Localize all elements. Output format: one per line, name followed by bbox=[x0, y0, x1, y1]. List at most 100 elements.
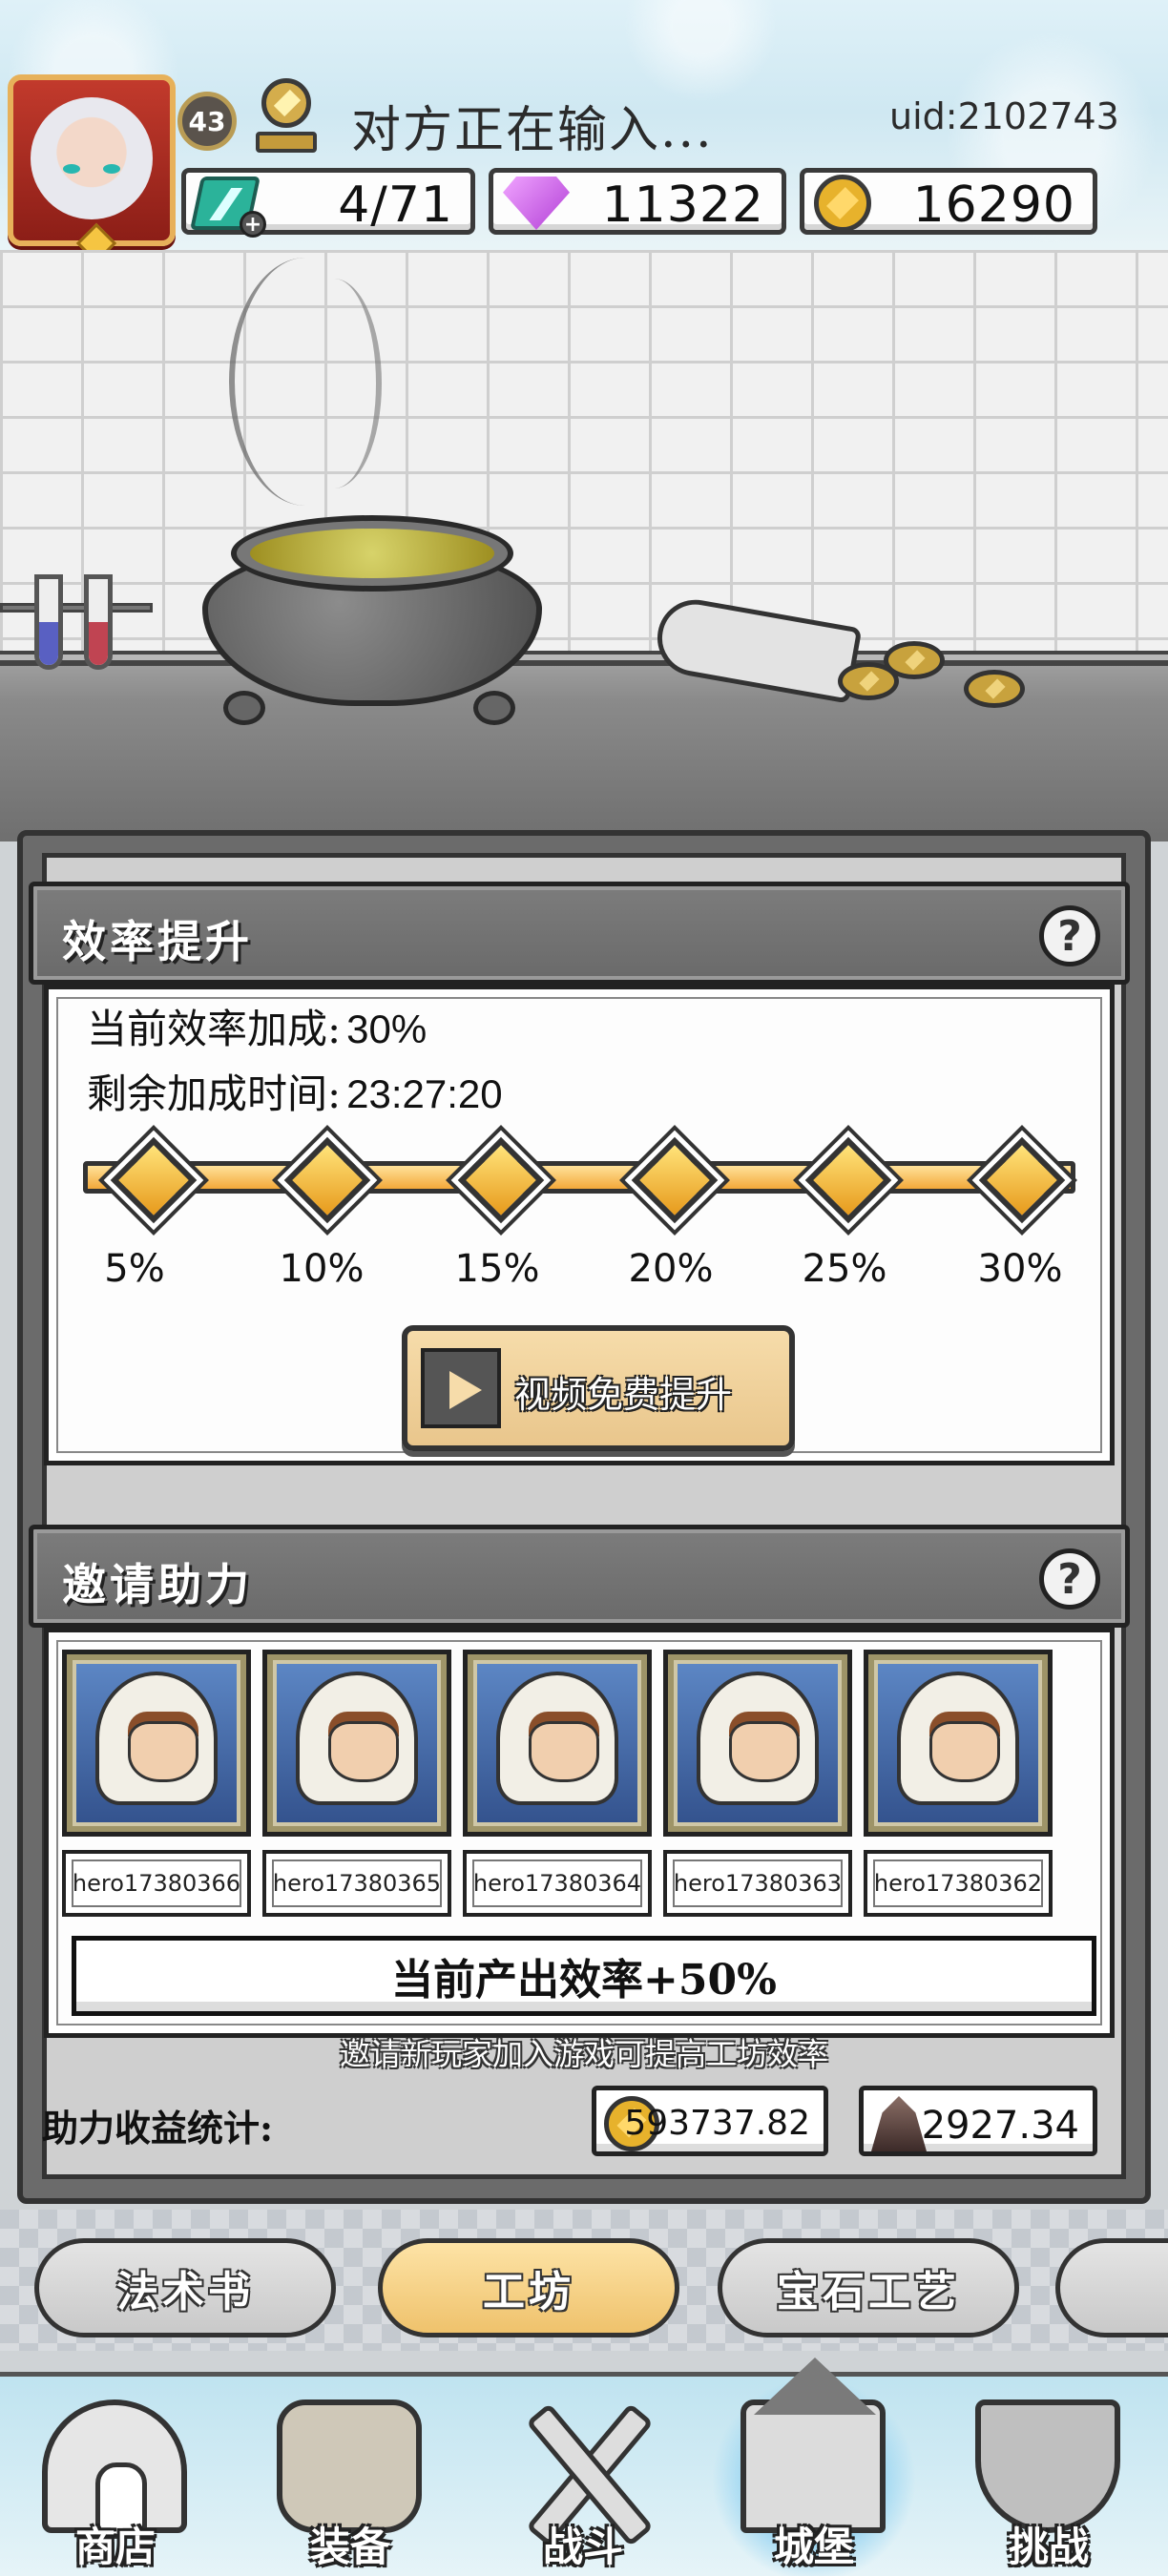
income-stats-label: 助力收益统计: bbox=[42, 2107, 274, 2150]
helper-portrait[interactable] bbox=[262, 1650, 451, 1837]
progress-node bbox=[978, 1136, 1066, 1224]
gold-value: 16290 bbox=[912, 177, 1075, 234]
step-label: 15% bbox=[454, 1247, 540, 1291]
rack-bar bbox=[0, 603, 153, 613]
coin-icon bbox=[884, 641, 945, 679]
face bbox=[929, 1721, 1000, 1782]
face bbox=[328, 1721, 399, 1782]
cauldron-leg bbox=[473, 691, 515, 725]
diamond-node-icon bbox=[804, 1136, 892, 1224]
nav-equipment[interactable]: 装备 bbox=[242, 2382, 458, 2576]
invite-note: 邀请新玩家加入游戏可提高工坊效率 bbox=[339, 2036, 828, 2072]
step-label: 30% bbox=[977, 1247, 1063, 1291]
helper-name: hero17380363 bbox=[663, 1850, 852, 1917]
diamond-node-icon bbox=[457, 1136, 545, 1224]
progress-node bbox=[283, 1136, 371, 1224]
nav-shop[interactable]: 商店 bbox=[8, 2382, 223, 2576]
diamond-node-icon bbox=[978, 1136, 1066, 1224]
diamond-node-icon bbox=[283, 1136, 371, 1224]
step-label: 20% bbox=[628, 1247, 714, 1291]
invite-help-icon[interactable]: ? bbox=[1039, 1548, 1100, 1610]
tab-workshop[interactable]: 工坊 bbox=[378, 2238, 679, 2337]
face bbox=[729, 1721, 800, 1782]
remaining-time-value: 23:27:20 bbox=[346, 1071, 503, 1116]
current-bonus-value: 30% bbox=[346, 1007, 428, 1051]
step-label: 25% bbox=[802, 1247, 887, 1291]
current-bonus-label: 当前效率加成: bbox=[87, 1006, 342, 1052]
helper-portrait[interactable] bbox=[663, 1650, 852, 1837]
nav-battle-label: 战斗 bbox=[542, 2524, 623, 2570]
coin-icon bbox=[964, 670, 1025, 708]
nav-shop-label: 商店 bbox=[74, 2524, 156, 2570]
gem-income-value: 2927.34 bbox=[921, 2104, 1079, 2148]
user-id: uid:2102743 bbox=[889, 95, 1119, 137]
step-label: 10% bbox=[279, 1247, 365, 1291]
diamond-icon bbox=[503, 177, 570, 230]
trophy-base bbox=[256, 132, 317, 153]
face bbox=[128, 1721, 198, 1782]
diamond-counter[interactable]: 11322 bbox=[489, 168, 786, 235]
cauldron-potion bbox=[250, 529, 494, 578]
video-button-label: 视频免费提升 bbox=[514, 1374, 733, 1416]
efficiency-title: 效率提升 bbox=[62, 916, 253, 967]
avatar-face bbox=[31, 97, 153, 219]
helper-name: hero17380362 bbox=[864, 1850, 1053, 1917]
efficiency-help-icon[interactable]: ? bbox=[1039, 905, 1100, 966]
tab-spellbook[interactable]: 法术书 bbox=[34, 2238, 336, 2337]
face bbox=[529, 1721, 599, 1782]
efficiency-progress-track bbox=[83, 1161, 1075, 1194]
gold-coin-icon bbox=[814, 175, 871, 232]
helper-portrait[interactable] bbox=[864, 1650, 1053, 1837]
helper-portrait[interactable] bbox=[62, 1650, 251, 1837]
nav-castle[interactable]: 城堡 bbox=[706, 2358, 922, 2576]
shop-icon bbox=[42, 2399, 187, 2539]
player-level-badge: 43 bbox=[177, 92, 237, 151]
video-play-icon bbox=[421, 1348, 501, 1428]
gem-income-stat: 2927.34 bbox=[859, 2086, 1097, 2156]
brick-wall bbox=[0, 250, 1168, 670]
ore-gem-icon bbox=[871, 2096, 927, 2151]
invite-section-header: 邀请助力 ? bbox=[29, 1525, 1130, 1628]
helper-name: hero17380364 bbox=[463, 1850, 652, 1917]
gold-income-stat: 593737.82 bbox=[592, 2086, 828, 2156]
red-test-tube bbox=[84, 574, 113, 670]
add-energy-button[interactable]: + bbox=[240, 211, 266, 238]
avatar-eye bbox=[63, 164, 80, 174]
diamond-value: 11322 bbox=[601, 177, 764, 234]
nav-castle-label: 城堡 bbox=[773, 2524, 854, 2570]
nav-challenge-label: 挑战 bbox=[1008, 2524, 1089, 2570]
trophy-icon[interactable] bbox=[250, 78, 323, 162]
progress-node bbox=[457, 1136, 545, 1224]
progress-node bbox=[804, 1136, 892, 1224]
step-label: 5% bbox=[104, 1247, 165, 1291]
nav-battle[interactable]: 战斗 bbox=[475, 2382, 691, 2576]
tab-gem-craft[interactable]: 宝石工艺 bbox=[718, 2238, 1019, 2337]
nav-challenge[interactable]: 挑战 bbox=[941, 2382, 1157, 2576]
status-text: 对方正在输入... bbox=[351, 102, 714, 159]
player-avatar[interactable] bbox=[8, 74, 176, 264]
nav-equipment-label: 装备 bbox=[309, 2524, 390, 2570]
bottom-navigation: 商店 装备 战斗 城堡 挑战 bbox=[0, 2358, 1168, 2576]
backpack-icon bbox=[277, 2399, 422, 2533]
avatar-eye bbox=[103, 164, 120, 174]
helper-name: hero17380365 bbox=[262, 1850, 451, 1917]
workshop-scene bbox=[0, 250, 1168, 841]
gold-income-value: 593737.82 bbox=[624, 2104, 810, 2143]
helper-portrait[interactable] bbox=[463, 1650, 652, 1837]
trophy-cup bbox=[261, 78, 311, 128]
gold-counter[interactable]: 16290 bbox=[800, 168, 1097, 235]
energy-value: 4/71 bbox=[338, 177, 453, 234]
top-status-bar: 43 对方正在输入... uid:2102743 + 4/71 11322 16… bbox=[0, 0, 1168, 264]
steam-swirl bbox=[286, 279, 382, 488]
efficiency-card: 当前效率加成: 30% 剩余加成时间: 23:27:20 5% 10% 15% 20… bbox=[44, 985, 1115, 1465]
free-video-boost-button[interactable]: 视频免费提升 bbox=[402, 1325, 795, 1451]
crossed-swords-icon bbox=[510, 2399, 655, 2533]
energy-counter[interactable]: + 4/71 bbox=[181, 168, 475, 238]
tab-more-partial[interactable] bbox=[1055, 2238, 1168, 2337]
efficiency-section-header: 效率提升 ? bbox=[29, 882, 1130, 985]
cauldron[interactable] bbox=[202, 506, 542, 725]
workshop-subtabs: 法术书 工坊 宝石工艺 bbox=[0, 2210, 1168, 2351]
castle-icon bbox=[740, 2358, 886, 2533]
output-rate-bar: 当前产出效率+50% bbox=[72, 1936, 1096, 2016]
invite-title: 邀请助力 bbox=[62, 1559, 253, 1610]
